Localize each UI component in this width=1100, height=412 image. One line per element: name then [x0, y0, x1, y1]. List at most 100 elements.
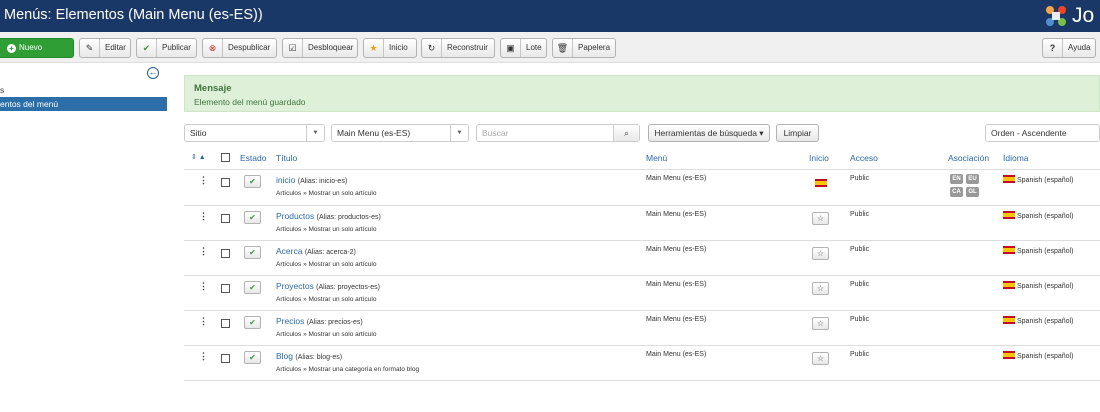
batch-button[interactable]: ▣ Lote — [500, 38, 547, 58]
caret-down-icon: ▼ — [450, 125, 468, 141]
unpublish-button[interactable]: ⊗ Despublicar — [202, 38, 277, 58]
set-home-star-icon[interactable]: ☆ — [812, 352, 829, 365]
help-icon: ? — [1043, 39, 1063, 57]
published-check-icon[interactable]: ✔ — [244, 316, 261, 329]
row-checkbox[interactable] — [221, 249, 230, 258]
row-checkbox[interactable] — [221, 284, 230, 293]
assoc-badge[interactable]: EU — [966, 174, 979, 184]
drag-handle-icon[interactable]: ⋮ — [199, 175, 208, 186]
search-icon[interactable]: ⌕ — [613, 125, 639, 141]
published-check-icon[interactable]: ✔ — [244, 281, 261, 294]
joomla-logo[interactable]: Jo — [1044, 3, 1100, 29]
ordering-header[interactable]: ⇕ ▲ — [191, 153, 206, 161]
drag-handle-icon[interactable]: ⋮ — [199, 246, 208, 257]
sidebar-item-menu-items[interactable]: entos del menú — [0, 97, 167, 111]
table-row: ⋮ ✔ Blog (Alias: blog-es) Artículos » Mo… — [184, 346, 1100, 381]
drag-handle-icon[interactable]: ⋮ — [199, 316, 208, 327]
menu-select[interactable]: Main Menu (es-ES) ▼ — [331, 124, 469, 142]
published-check-icon[interactable]: ✔ — [244, 351, 261, 364]
set-home-star-icon[interactable]: ☆ — [812, 282, 829, 295]
success-message: Mensaje Elemento del menú guardado — [184, 75, 1100, 112]
sidebar-item-menus[interactable]: s — [0, 83, 167, 97]
item-alias: (Alias: precios-es) — [306, 319, 363, 326]
item-access: Public — [850, 351, 870, 358]
title-header[interactable]: Título — [276, 153, 297, 163]
set-home-star-icon[interactable]: ☆ — [812, 212, 829, 225]
toolbar: + Nuevo ✎ Editar ✔ Publicar ⊗ Despublica… — [0, 32, 1100, 63]
spain-flag-icon — [1003, 175, 1015, 183]
published-check-icon[interactable]: ✔ — [244, 246, 261, 259]
spain-flag-icon — [1003, 281, 1015, 289]
batch-icon: ▣ — [501, 39, 521, 57]
row-checkbox[interactable] — [221, 354, 230, 363]
home-header[interactable]: Inicio — [809, 153, 829, 163]
message-heading: Mensaje — [194, 83, 232, 94]
item-menu: Main Menu (es-ES) — [646, 175, 707, 182]
table-row: ⋮ ✔ Precios (Alias: precios-es) Artículo… — [184, 311, 1100, 346]
publish-button[interactable]: ✔ Publicar — [136, 38, 197, 58]
order-select[interactable]: Orden - Ascendente — [985, 124, 1100, 142]
item-title-link[interactable]: Blog — [276, 351, 293, 361]
caret-down-icon: ▼ — [306, 125, 324, 141]
row-checkbox[interactable] — [221, 178, 230, 187]
item-type: Artículos » Mostrar una categoría en for… — [276, 366, 420, 373]
rebuild-button[interactable]: ↻ Reconstruir — [421, 38, 495, 58]
help-button[interactable]: ? Ayuda — [1042, 38, 1096, 58]
item-type: Artículos » Mostrar un solo artículo — [276, 190, 377, 197]
row-divider — [184, 380, 1100, 381]
star-icon: ★ — [364, 39, 384, 57]
item-language: Spanish (español) — [1003, 281, 1073, 290]
published-check-icon[interactable]: ✔ — [244, 211, 261, 224]
search-input[interactable]: Buscar ⌕ — [476, 124, 640, 142]
item-access: Public — [850, 246, 870, 253]
row-checkbox[interactable] — [221, 319, 230, 328]
item-access: Public — [850, 316, 870, 323]
item-title-link[interactable]: Precios — [276, 316, 304, 326]
spain-flag-icon — [1003, 246, 1015, 254]
item-type: Artículos » Mostrar un solo artículo — [276, 226, 377, 233]
item-alias: (Alias: blog-es) — [295, 354, 343, 361]
unpublish-icon: ⊗ — [203, 39, 223, 57]
association-header[interactable]: Asociación — [948, 153, 989, 163]
table-row: ⋮ ✔ inicio (Alias: inicio-es) Artículos … — [184, 170, 1100, 205]
home-button[interactable]: ★ Inicio — [363, 38, 417, 58]
plus-icon: + — [7, 44, 16, 53]
item-type: Artículos » Mostrar un solo artículo — [276, 261, 377, 268]
trash-button[interactable]: 🗑 Papelera — [552, 38, 616, 58]
item-alias: (Alias: acerca-2) — [304, 249, 356, 256]
status-header[interactable]: Estado — [240, 153, 266, 163]
refresh-icon: ↻ — [422, 39, 442, 57]
set-home-star-icon[interactable]: ☆ — [812, 317, 829, 330]
drag-handle-icon[interactable]: ⋮ — [199, 281, 208, 292]
drag-handle-icon[interactable]: ⋮ — [199, 211, 208, 222]
language-header[interactable]: Idioma — [1003, 153, 1029, 163]
set-home-star-icon[interactable]: ☆ — [812, 247, 829, 260]
table-row: ⋮ ✔ Acerca (Alias: acerca-2) Artículos »… — [184, 241, 1100, 276]
trash-icon: 🗑 — [553, 39, 573, 57]
menu-header[interactable]: Menú — [646, 153, 667, 163]
access-header[interactable]: Acceso — [850, 153, 878, 163]
sidebar-toggle-icon[interactable]: ← — [147, 67, 159, 79]
new-button[interactable]: + Nuevo — [0, 38, 74, 58]
published-check-icon[interactable]: ✔ — [244, 175, 261, 188]
edit-button[interactable]: ✎ Editar — [79, 38, 131, 58]
site-select[interactable]: Sitio ▼ — [184, 124, 325, 142]
search-tools-button[interactable]: Herramientas de búsqueda ▾ — [648, 124, 770, 142]
item-language: Spanish (español) — [1003, 175, 1073, 184]
drag-handle-icon[interactable]: ⋮ — [199, 351, 208, 362]
item-type: Artículos » Mostrar un solo artículo — [276, 331, 377, 338]
item-title-link[interactable]: inicio — [276, 175, 295, 185]
item-access: Public — [850, 281, 870, 288]
assoc-badge[interactable]: CA — [950, 187, 963, 197]
item-title-link[interactable]: Productos — [276, 211, 314, 221]
item-title-link[interactable]: Proyectos — [276, 281, 314, 291]
spain-flag-icon — [1003, 316, 1015, 324]
assoc-badge[interactable]: GL — [966, 187, 979, 197]
item-menu: Main Menu (es-ES) — [646, 246, 707, 253]
row-checkbox[interactable] — [221, 214, 230, 223]
clear-button[interactable]: Limpiar — [776, 124, 819, 142]
checkin-button[interactable]: ☑ Desbloquear — [282, 38, 358, 58]
item-title-link[interactable]: Acerca — [276, 246, 302, 256]
assoc-badge[interactable]: EN — [950, 174, 963, 184]
select-all-checkbox[interactable] — [221, 153, 230, 162]
